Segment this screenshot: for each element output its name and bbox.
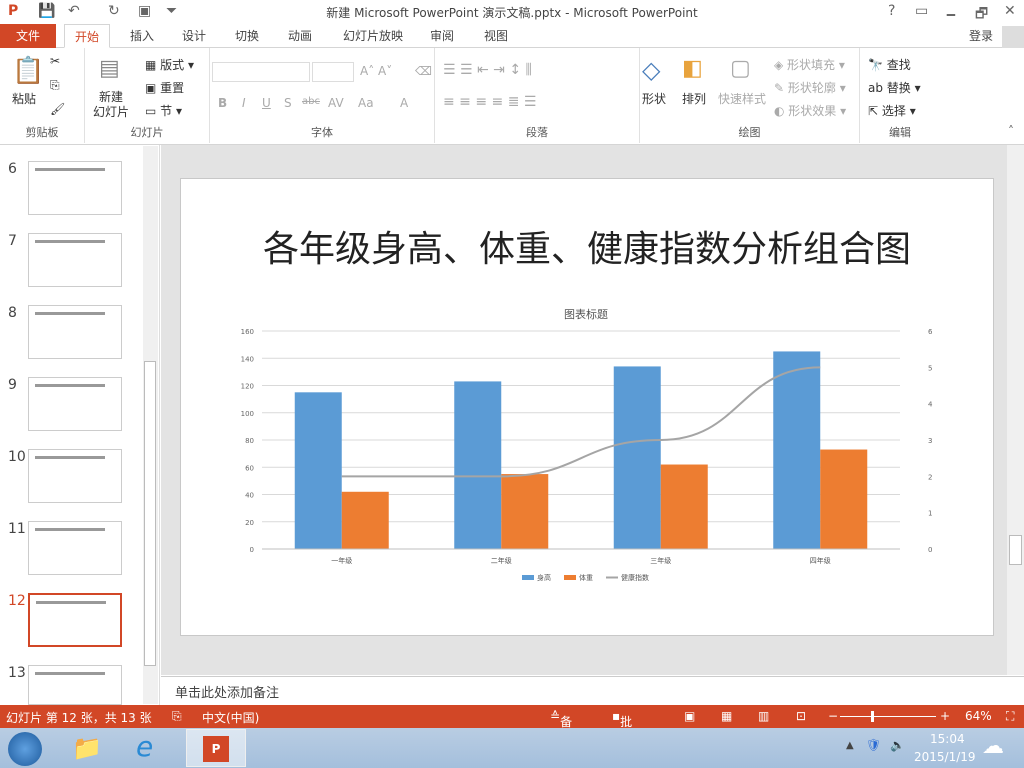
bar-体重 [341,491,389,549]
comments-button[interactable]: ▪ 批注 [612,709,632,746]
bar-体重 [820,449,868,549]
volume-icon[interactable]: 🔈 [890,738,905,752]
y2-tick-label: 3 [928,437,932,445]
internet-explorer-icon[interactable]: e [136,730,153,763]
y2-tick-label: 5 [928,364,932,372]
zoom-slider-thumb[interactable] [870,711,874,722]
bar-身高 [454,381,502,549]
x-tick-label: 三年级 [650,556,671,565]
y-tick-label: 120 [241,383,254,391]
taskbar: 📁 e P ▲ 🛡 🔈 15:04 2015/1/19 ☁ [0,728,1024,768]
y-tick-label: 100 [241,410,254,418]
notes-pane[interactable]: 单击此处添加备注 [161,676,1024,705]
y2-tick-label: 4 [928,401,933,409]
y2-tick-label: 0 [928,546,932,554]
zoom-in-button[interactable]: + [940,709,950,723]
x-tick-label: 四年级 [810,556,831,565]
bar-体重 [660,464,708,549]
clock-time[interactable]: 15:04 [930,732,965,746]
y-tick-label: 0 [250,546,254,554]
legend-label: 体重 [579,573,593,582]
scrollbar-thumb[interactable] [1009,535,1022,565]
x-tick-label: 一年级 [331,556,352,565]
combo-chart[interactable]: 图表标题 0 20 40 60 80 100 120 140 160 0 1 2 3 4 5 6 一年级 二年级 三年… [0,0,1024,768]
bar-身高 [613,366,661,549]
slide-scrollbar[interactable] [1007,145,1024,675]
slide-sorter-icon[interactable]: ▦ [721,709,732,723]
bar-体重 [501,474,549,549]
start-button[interactable] [8,732,42,766]
y-tick-label: 140 [241,355,254,363]
show-hidden-icons[interactable]: ▲ [846,740,854,751]
clock-date[interactable]: 2015/1/19 [914,750,976,764]
zoom-out-button[interactable]: − [828,709,838,723]
security-icon[interactable]: 🛡 [866,738,881,752]
language-indicator[interactable]: 中文(中国) [202,709,259,726]
bar-身高 [773,351,821,549]
y2-tick-label: 2 [928,473,932,481]
line-健康指数 [341,366,821,478]
slide-counter: 幻灯片 第 12 张，共 13 张 [6,711,152,725]
chart-title: 图表标题 [564,307,608,321]
x-tick-label: 二年级 [491,556,512,565]
notes-button[interactable]: ≙ 备注 [550,709,572,746]
y-tick-label: 160 [241,328,254,336]
legend-swatch [564,575,576,580]
y-tick-label: 60 [245,464,254,472]
powerpoint-taskbar-button[interactable]: P [186,729,246,767]
status-bar: 幻灯片 第 12 张，共 13 张 ⎘ 中文(中国) ≙ 备注 ▪ 批注 ▣ ▦… [0,705,1024,746]
y-tick-label: 80 [245,437,254,445]
weather-icon[interactable]: ☁ [982,734,1004,759]
slideshow-icon[interactable]: ⊡ [796,709,806,723]
legend-swatch [522,575,534,580]
legend-label: 健康指数 [621,573,649,582]
y2-tick-label: 1 [928,510,932,518]
zoom-slider[interactable] [840,716,936,717]
bar-身高 [294,392,342,549]
y2-tick-label: 6 [928,328,933,336]
zoom-level[interactable]: 64% [965,709,992,723]
normal-view-icon[interactable]: ▣ [684,709,695,723]
powerpoint-icon: P [203,736,229,762]
file-explorer-icon[interactable]: 📁 [72,734,102,762]
legend-label: 身高 [537,573,551,582]
y-tick-label: 40 [245,492,254,500]
spellcheck-icon[interactable]: ⎘ [172,709,182,724]
fit-to-window-icon[interactable]: ⛶ [1006,709,1014,724]
reading-view-icon[interactable]: ▥ [758,709,769,723]
y-tick-label: 20 [245,519,254,527]
